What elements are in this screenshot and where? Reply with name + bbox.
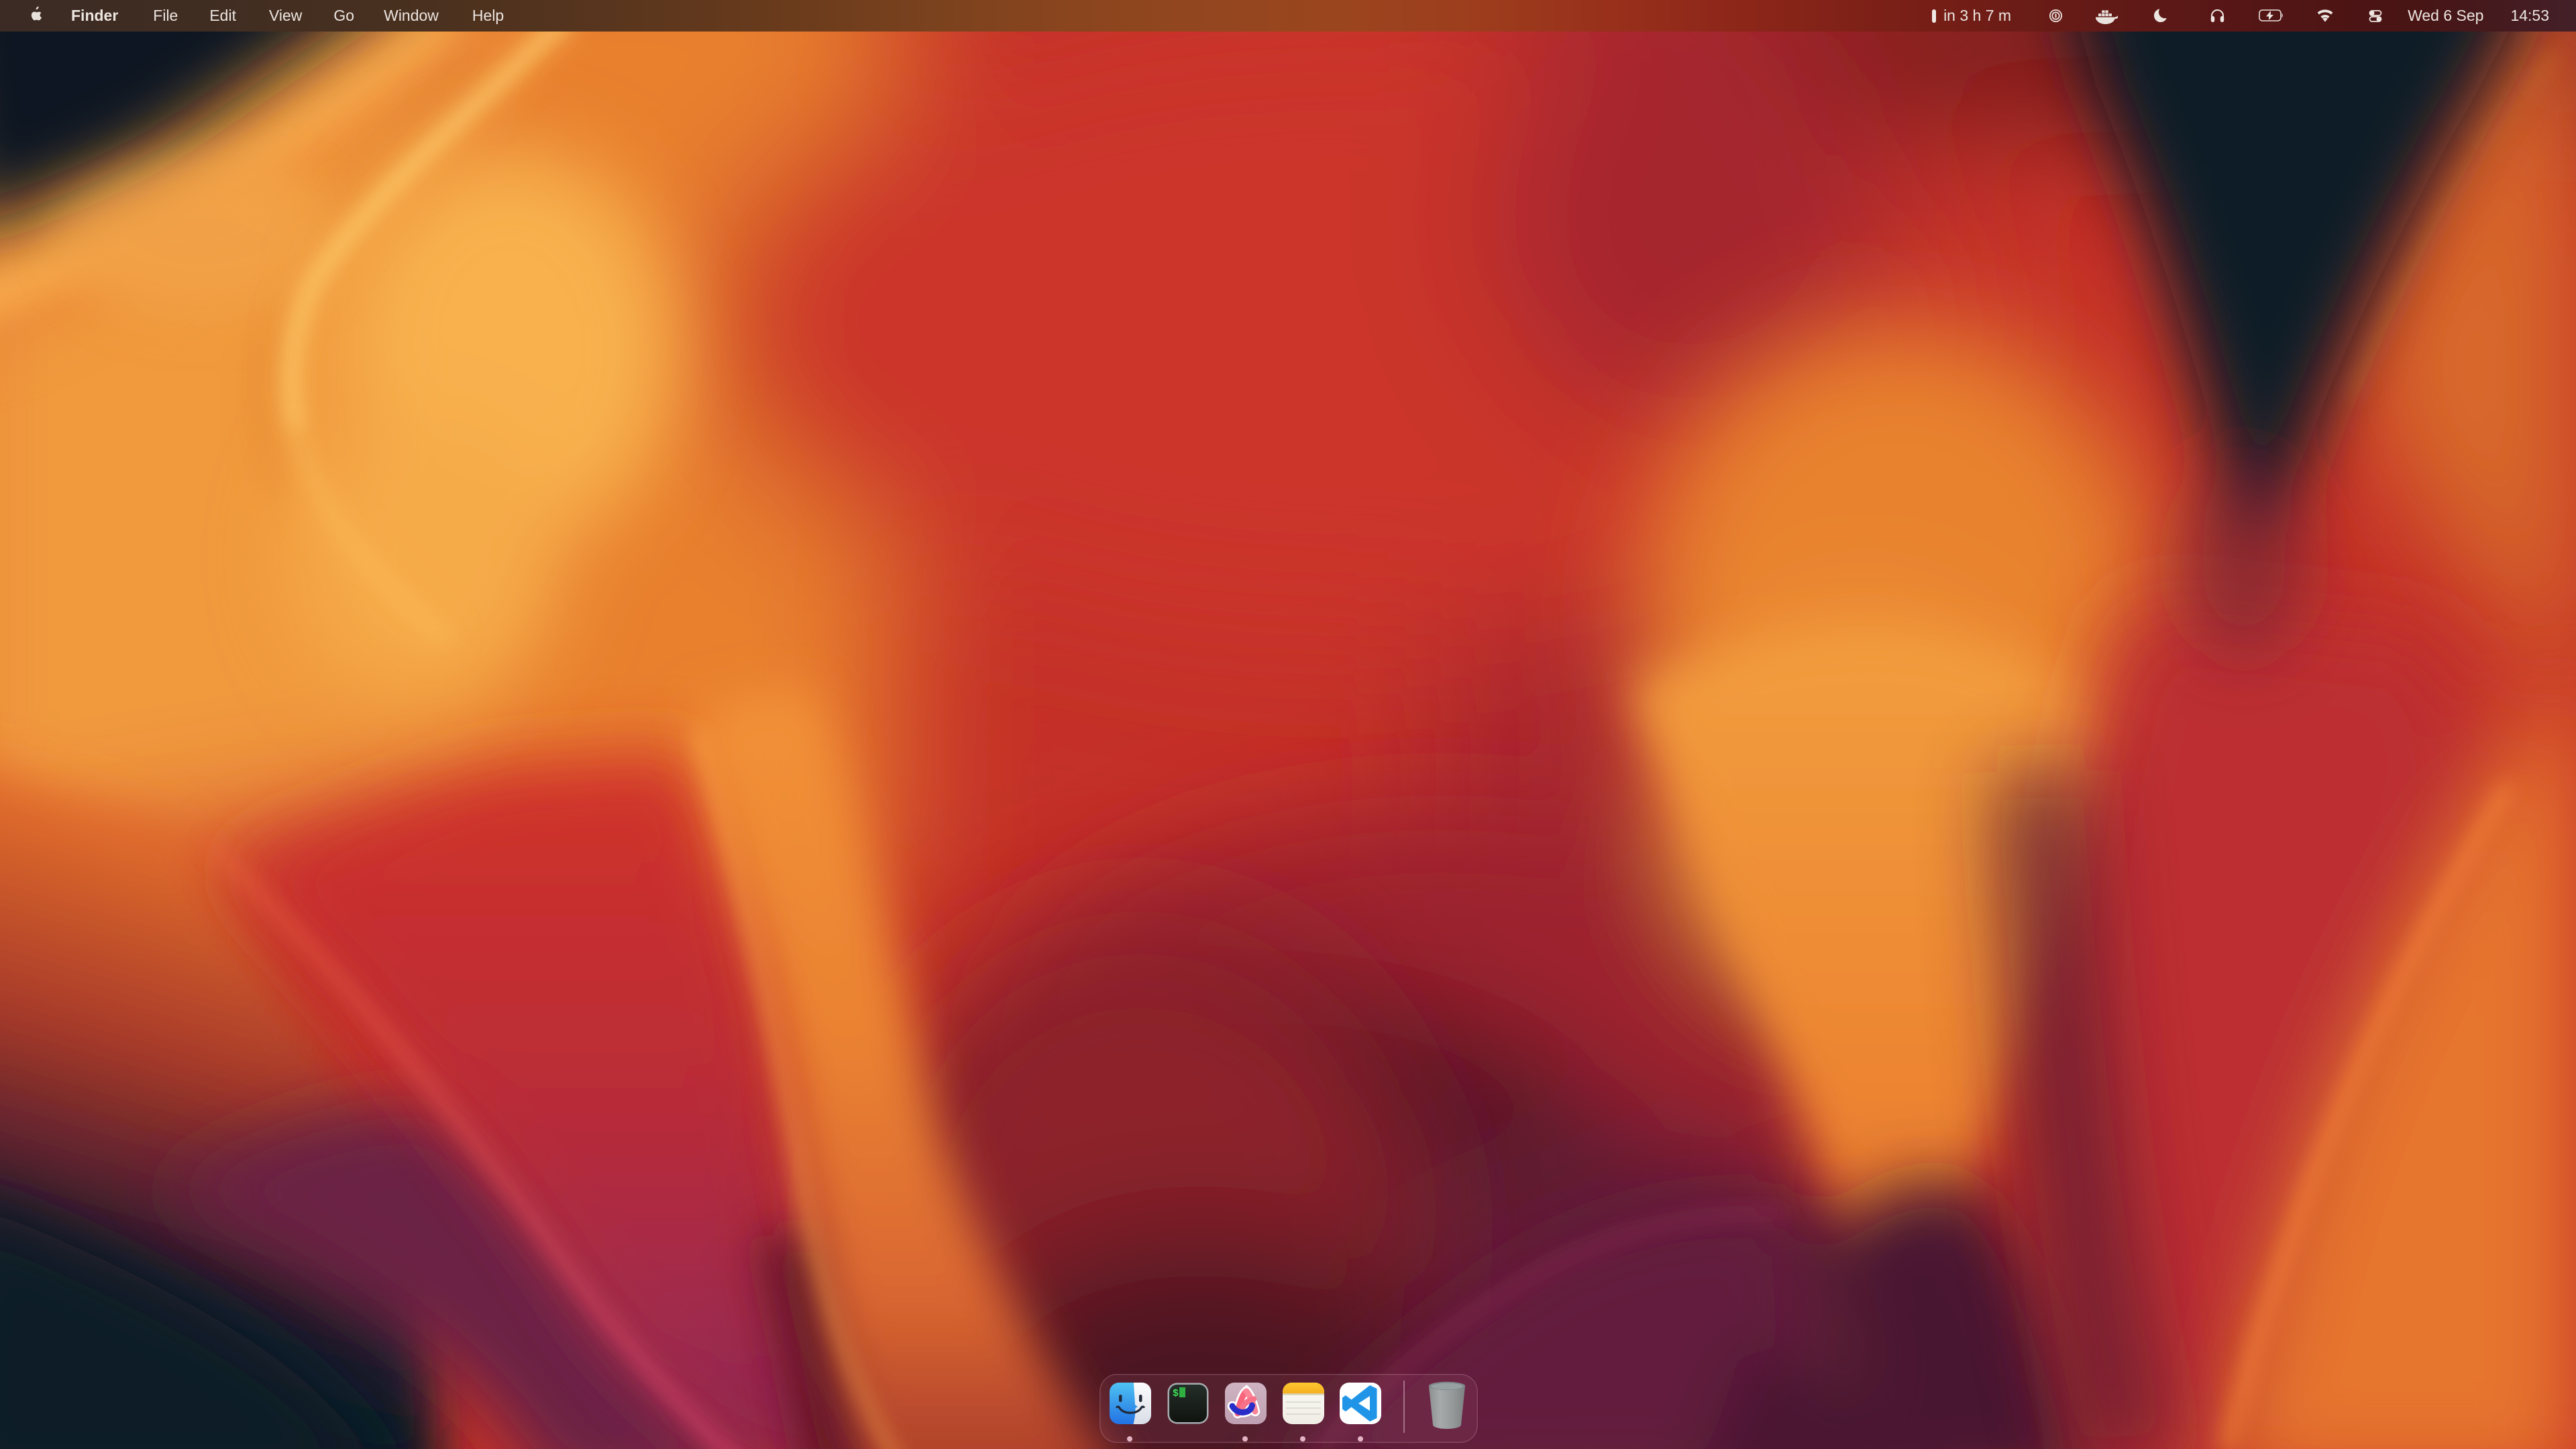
svg-text:$: $ — [1173, 1388, 1179, 1399]
